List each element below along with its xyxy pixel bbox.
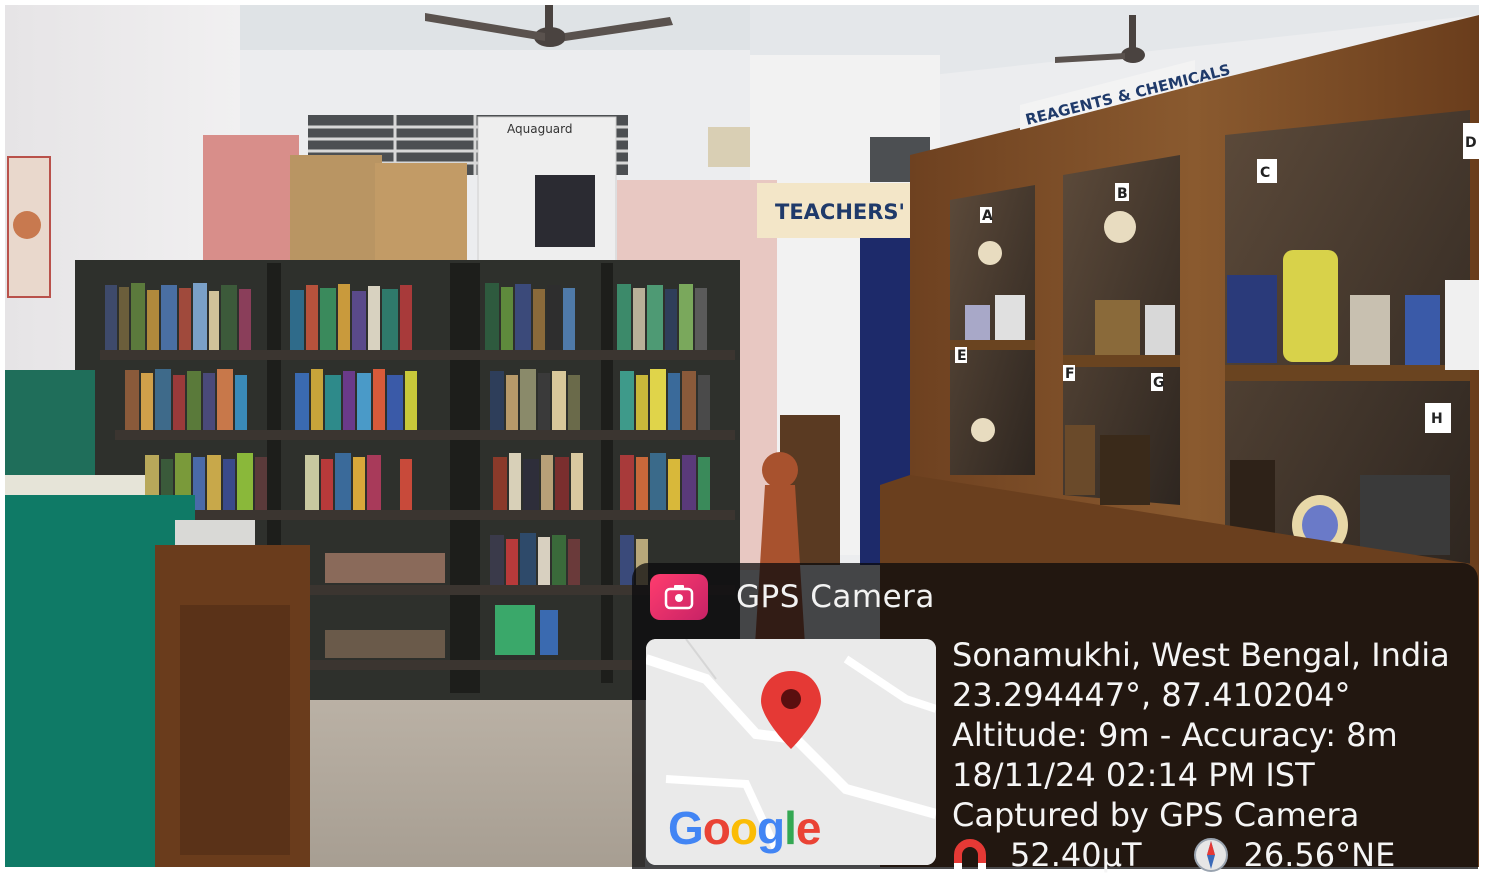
- map-thumbnail: Google: [646, 639, 936, 865]
- location-text: Sonamukhi, West Bengal, India: [952, 636, 1450, 674]
- gps-camera-overlay: GPS Camera Google Sonamukhi, West Bengal…: [632, 563, 1478, 874]
- gps-camera-app-icon: [650, 574, 708, 620]
- magnetic-field-reading: 52.40μT: [952, 835, 1142, 875]
- cabinet-label-b: B: [1117, 186, 1128, 202]
- magnet-icon: [954, 839, 986, 871]
- altitude-accuracy-text: Altitude: 9m - Accuracy: 8m: [952, 716, 1398, 754]
- cabinet-label-f: F: [1065, 366, 1075, 382]
- cabinet-label-d: D: [1465, 135, 1477, 151]
- compass-reading: 26.56°NE: [1190, 835, 1396, 875]
- cabinet-label-e: E: [957, 348, 967, 364]
- coordinates-text: 23.294447°, 87.410204°: [952, 676, 1351, 714]
- datetime-text: 18/11/24 02:14 PM IST: [952, 756, 1315, 794]
- cabinet-label-h: H: [1431, 411, 1443, 427]
- cabinet-label-g: G: [1153, 375, 1165, 391]
- cabinet-label-a: A: [982, 208, 993, 224]
- gps-camera-header: GPS Camera: [650, 573, 935, 621]
- box-pink: [203, 135, 299, 260]
- captured-by-text: Captured by GPS Camera: [952, 796, 1360, 834]
- compass-value: 26.56°NE: [1243, 836, 1396, 874]
- instrument-box: [5, 370, 95, 480]
- wall-frame: [708, 127, 750, 167]
- box-2: [375, 163, 467, 260]
- box-brand-text: Aquaguard: [507, 122, 573, 136]
- magnetic-field-value: 52.40μT: [1010, 836, 1142, 874]
- cabinet-label-c: C: [1260, 165, 1270, 181]
- compass-icon: [1193, 838, 1228, 872]
- box-1: [290, 155, 382, 260]
- google-logo: Google: [668, 802, 821, 854]
- gps-info: Sonamukhi, West Bengal, India 23.294447°…: [952, 635, 1450, 875]
- app-name: GPS Camera: [736, 579, 935, 615]
- sensor-row: 52.40μT 26.56°NE: [952, 835, 1450, 875]
